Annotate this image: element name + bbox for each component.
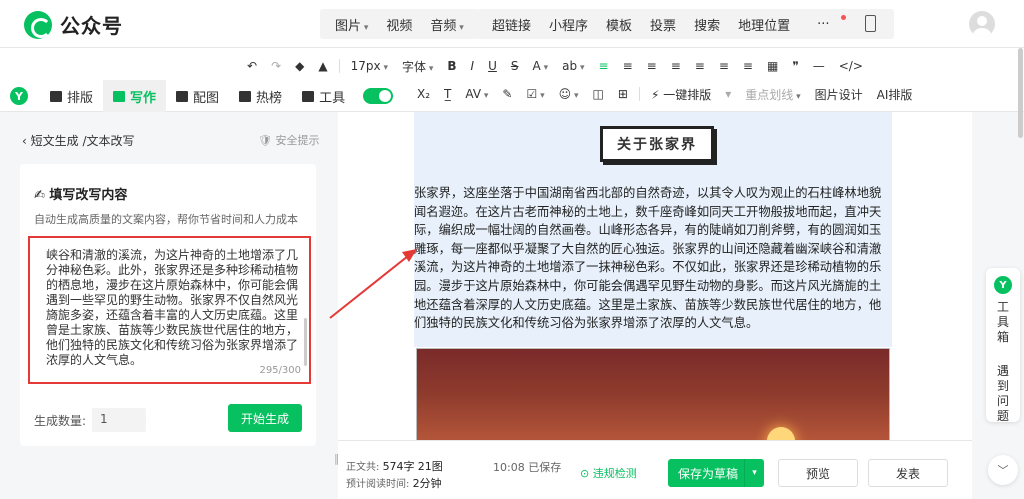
save-draft-button[interactable]: 保存为草稿 ▾ — [668, 459, 764, 487]
saved-time: 10:08 — [493, 461, 525, 474]
page-scrollbar[interactable] — [1018, 48, 1023, 138]
read-time-label: 预计阅读时间: — [346, 479, 410, 490]
save-status: 10:08 已保存 — [493, 459, 561, 475]
read-time-value: 2分钟 — [412, 477, 442, 490]
publish-button[interactable]: 发表 — [868, 459, 948, 487]
toolbox-label: 工具箱 — [997, 300, 1010, 344]
chars-label: 正文共: — [346, 462, 380, 473]
saved-label: 已保存 — [528, 461, 562, 474]
images-value: 21图 — [417, 460, 443, 473]
article-stats: 正文共: 574字 21图 预计阅读时间: 2分钟 — [346, 459, 443, 493]
editor-footer: 正文共: 574字 21图 预计阅读时间: 2分钟 10:08 已保存 ⊙ 违规… — [338, 440, 972, 499]
violation-check-link[interactable]: ⊙ 违规检测 — [580, 465, 637, 481]
save-draft-label: 保存为草稿 — [678, 466, 739, 481]
toolbox-panel[interactable]: Y 工具箱 遇到问题 — [986, 268, 1020, 424]
annotation-arrow — [329, 249, 417, 319]
chars-value: 574字 — [382, 460, 415, 473]
feedback-label[interactable]: 遇到问题 — [997, 364, 1010, 424]
preview-button[interactable]: 预览 — [778, 459, 858, 487]
toolbox-logo-icon: Y — [994, 276, 1012, 294]
violation-check-label: 违规检测 — [592, 467, 637, 480]
collapse-icon[interactable]: ﹀ — [988, 455, 1018, 485]
save-dropdown-icon[interactable]: ▾ — [744, 459, 764, 487]
